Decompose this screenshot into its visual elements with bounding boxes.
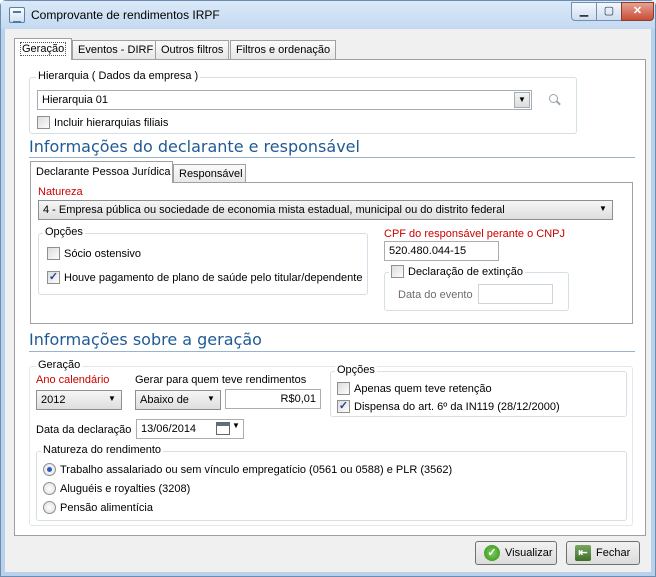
ano-calendario-label: Ano calendário: [36, 374, 110, 386]
chevron-down-icon[interactable]: ▼: [203, 392, 219, 408]
geracao-section-title: Informações sobre a geração: [29, 330, 262, 349]
tab-eventos-dirf[interactable]: Eventos - DIRF: [72, 40, 160, 59]
radio-pensao-alimenticia[interactable]: Pensão alimentícia: [43, 501, 153, 514]
check-icon[interactable]: ✓: [47, 271, 60, 284]
declarante-opcoes-group: Opções Sócio ostensivo ✓ Houve pagamento…: [38, 226, 368, 295]
ano-calendario-value: 2012: [41, 394, 66, 406]
declarante-section-title: Informações do declarante e responsável: [29, 137, 360, 156]
cpf-responsavel-label: CPF do responsável perante o CNPJ: [384, 228, 565, 240]
radio-button[interactable]: [43, 501, 56, 514]
radio-alugueis-royalties[interactable]: Aluguéis e royalties (3208): [43, 482, 190, 495]
extincao-group: Declaração de extinção Data do evento: [384, 265, 569, 311]
chevron-down-icon[interactable]: ▼: [514, 92, 530, 108]
socio-ostensivo-checkbox[interactable]: Sócio ostensivo: [47, 247, 141, 260]
gerar-para-label: Gerar para quem teve rendimentos: [135, 374, 307, 386]
subtab-responsavel[interactable]: Responsável: [173, 164, 246, 183]
tab-geracao-label: Geração: [20, 42, 67, 56]
fechar-label: Fechar: [596, 547, 631, 559]
radio-trabalho-assalariado[interactable]: Trabalho assalariado ou sem vínculo empr…: [43, 463, 452, 476]
subtab-declarante-pj-label: Declarante Pessoa Jurídica: [36, 166, 171, 178]
checkbox-box[interactable]: [391, 265, 404, 278]
subtab-declarante-pj[interactable]: Declarante Pessoa Jurídica: [30, 161, 173, 183]
socio-ostensivo-label: Sócio ostensivo: [64, 247, 142, 260]
dialog-client-area: Geração Eventos - DIRF Outros filtros Fi…: [5, 29, 651, 572]
checkbox-box[interactable]: [47, 247, 60, 260]
retencao-checkbox[interactable]: Apenas quem teve retenção: [337, 382, 492, 395]
gerar-para-select[interactable]: Abaixo de ▼: [135, 390, 221, 410]
minimize-button[interactable]: ▁: [571, 2, 597, 21]
chevron-down-icon[interactable]: ▼: [595, 202, 611, 218]
geracao-tab-panel: Hierarquia ( Dados da empresa ) Hierarqu…: [14, 59, 646, 536]
geracao-opcoes-group: Opções Apenas quem teve retenção ✓ Dispe…: [330, 364, 627, 417]
valor-minimo-input[interactable]: R$0,01: [225, 389, 321, 409]
plano-saude-checkbox[interactable]: ✓ Houve pagamento de plano de saúde pelo…: [47, 271, 362, 284]
dispensa-checkbox[interactable]: ✓ Dispensa do art. 6º da IN119 (28/12/20…: [337, 400, 560, 413]
check-icon[interactable]: ✓: [337, 400, 350, 413]
natureza-rendimento-group: Natureza do rendimento Trabalho assalari…: [36, 444, 627, 521]
check-circle-icon: ✓: [484, 545, 500, 561]
radio-alugueis-label: Aluguéis e royalties (3208): [60, 482, 191, 495]
title-bar[interactable]: Comprovante de rendimentos IRPF ▁ ▢ ✕: [1, 1, 655, 29]
tab-filtros-ordenacao[interactable]: Filtros e ordenação: [230, 40, 337, 59]
window-frame: Comprovante de rendimentos IRPF ▁ ▢ ✕ Ge…: [0, 0, 656, 577]
window-title: Comprovante de rendimentos IRPF: [31, 8, 220, 22]
plano-saude-label: Houve pagamento de plano de saúde pelo t…: [64, 271, 363, 284]
hierarquia-value: Hierarquia 01: [42, 94, 109, 106]
chevron-down-icon[interactable]: ▼: [104, 392, 120, 408]
radio-button[interactable]: [43, 482, 56, 495]
opcoes-caption: Opções: [43, 226, 85, 238]
section-divider: [29, 157, 635, 158]
tab-outros-filtros[interactable]: Outros filtros: [155, 40, 230, 59]
radio-pensao-label: Pensão alimentícia: [60, 501, 153, 514]
opcoes-caption: Opções: [335, 364, 377, 376]
app-icon: [9, 7, 25, 23]
data-evento-label: Data do evento: [398, 289, 473, 301]
hierarquia-caption: Hierarquia ( Dados da empresa ): [36, 70, 201, 82]
extincao-label: Declaração de extinção: [408, 265, 523, 278]
maximize-button[interactable]: ▢: [596, 2, 622, 21]
fechar-button[interactable]: ⇤ Fechar: [566, 541, 640, 565]
natureza-label: Natureza: [38, 186, 83, 198]
calendar-icon[interactable]: [216, 422, 230, 435]
section-divider: [29, 351, 635, 352]
data-declaracao-label: Data da declaração: [36, 424, 132, 436]
close-button[interactable]: ✕: [621, 2, 654, 21]
chevron-down-icon[interactable]: ▼: [232, 421, 240, 430]
tab-geracao[interactable]: Geração: [14, 38, 73, 60]
checkbox-box[interactable]: [37, 116, 50, 129]
data-evento-input[interactable]: [478, 284, 553, 304]
natureza-select[interactable]: 4 - Empresa pública ou sociedade de econ…: [38, 200, 613, 220]
natureza-rendimento-caption: Natureza do rendimento: [41, 444, 164, 456]
visualizar-label: Visualizar: [505, 547, 553, 559]
natureza-value: 4 - Empresa pública ou sociedade de econ…: [43, 204, 505, 216]
radio-trabalho-label: Trabalho assalariado ou sem vínculo empr…: [60, 463, 453, 476]
ano-calendario-select[interactable]: 2012 ▼: [36, 390, 122, 410]
retencao-label: Apenas quem teve retenção: [354, 382, 492, 395]
gerar-para-value: Abaixo de: [140, 394, 189, 406]
search-icon[interactable]: [549, 94, 561, 106]
geracao-caption: Geração: [36, 359, 83, 371]
dispensa-label: Dispensa do art. 6º da IN119 (28/12/2000…: [354, 400, 560, 413]
hierarquia-group: Hierarquia ( Dados da empresa ) Hierarqu…: [29, 70, 577, 134]
radio-button[interactable]: [43, 463, 56, 476]
hierarquia-select[interactable]: Hierarquia 01 ▼: [37, 90, 532, 110]
declarante-panel: Natureza 4 - Empresa pública ou sociedad…: [30, 182, 633, 324]
geracao-group: Geração Ano calendário 2012 ▼ Gerar para…: [29, 359, 633, 526]
data-declaracao-value: 13/06/2014: [141, 423, 197, 435]
extincao-checkbox[interactable]: Declaração de extinção: [389, 265, 525, 278]
visualizar-button[interactable]: ✓ Visualizar: [475, 541, 557, 565]
exit-icon: ⇤: [575, 545, 591, 561]
incluir-filiais-label: Incluir hierarquias filiais: [54, 116, 169, 129]
incluir-filiais-checkbox[interactable]: Incluir hierarquias filiais: [37, 116, 168, 129]
cpf-responsavel-input[interactable]: 520.480.044-15: [384, 241, 499, 261]
checkbox-box[interactable]: [337, 382, 350, 395]
